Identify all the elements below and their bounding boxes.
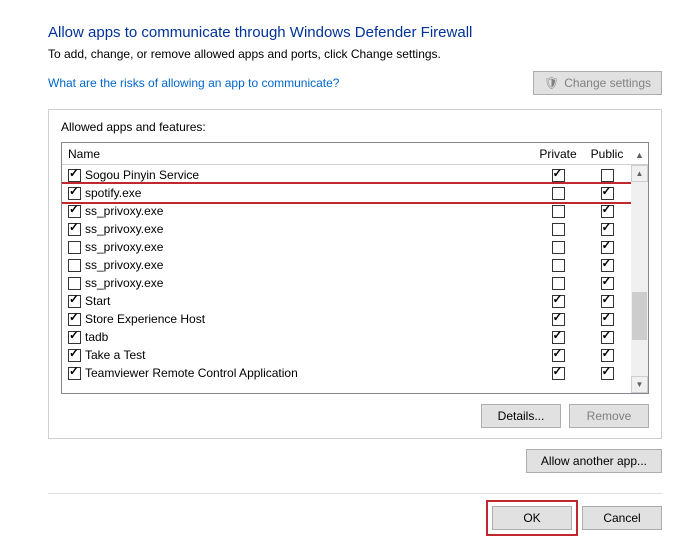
- app-checkbox[interactable]: [68, 331, 81, 344]
- public-checkbox[interactable]: [601, 331, 614, 344]
- scroll-up-icon[interactable]: ▲: [631, 165, 648, 182]
- details-button[interactable]: Details...: [481, 404, 561, 428]
- app-name: ss_privoxy.exe: [85, 276, 163, 290]
- public-checkbox[interactable]: [601, 205, 614, 218]
- table-row[interactable]: ss_privoxy.exe: [62, 220, 631, 238]
- public-checkbox[interactable]: [601, 169, 614, 182]
- private-checkbox[interactable]: [552, 277, 565, 290]
- risks-link[interactable]: What are the risks of allowing an app to…: [48, 76, 339, 90]
- page-subtitle: To add, change, or remove allowed apps a…: [48, 47, 662, 61]
- app-name: ss_privoxy.exe: [85, 240, 163, 254]
- remove-button[interactable]: Remove: [569, 404, 649, 428]
- public-checkbox[interactable]: [601, 223, 614, 236]
- table-row[interactable]: Store Experience Host: [62, 310, 631, 328]
- public-checkbox[interactable]: [601, 295, 614, 308]
- scroll-track[interactable]: [631, 182, 648, 376]
- column-public[interactable]: Public: [583, 147, 631, 161]
- table-row[interactable]: Sogou Pinyin Service: [62, 166, 631, 184]
- app-name: tadb: [85, 330, 108, 344]
- app-checkbox[interactable]: [68, 187, 81, 200]
- table-row[interactable]: ss_privoxy.exe: [62, 202, 631, 220]
- app-checkbox[interactable]: [68, 367, 81, 380]
- app-checkbox[interactable]: [68, 259, 81, 272]
- app-name: ss_privoxy.exe: [85, 258, 163, 272]
- private-checkbox[interactable]: [552, 241, 565, 254]
- private-checkbox[interactable]: [552, 205, 565, 218]
- app-name: ss_privoxy.exe: [85, 204, 163, 218]
- app-checkbox[interactable]: [68, 223, 81, 236]
- public-checkbox[interactable]: [601, 349, 614, 362]
- app-checkbox[interactable]: [68, 313, 81, 326]
- ok-button[interactable]: OK: [492, 506, 572, 530]
- app-checkbox[interactable]: [68, 277, 81, 290]
- table-row[interactable]: Start: [62, 292, 631, 310]
- private-checkbox[interactable]: [552, 169, 565, 182]
- public-checkbox[interactable]: [601, 241, 614, 254]
- app-checkbox[interactable]: [68, 295, 81, 308]
- list-header: Name Private Public ▲: [62, 143, 648, 165]
- app-name: Start: [85, 294, 110, 308]
- apps-list: Name Private Public ▲ Sogou Pinyin Servi…: [61, 142, 649, 394]
- column-private[interactable]: Private: [533, 147, 583, 161]
- page-title: Allow apps to communicate through Window…: [48, 24, 662, 41]
- app-checkbox[interactable]: [68, 205, 81, 218]
- cancel-button[interactable]: Cancel: [582, 506, 662, 530]
- sort-up-icon[interactable]: ▲: [635, 150, 644, 160]
- list-rows: Sogou Pinyin Service spotify.exe ss_privox…: [62, 165, 631, 393]
- private-checkbox[interactable]: [552, 259, 565, 272]
- table-row[interactable]: tadb: [62, 328, 631, 346]
- private-checkbox[interactable]: [552, 349, 565, 362]
- private-checkbox[interactable]: [552, 187, 565, 200]
- scroll-down-icon[interactable]: ▼: [631, 376, 648, 393]
- table-row[interactable]: ss_privoxy.exe: [62, 274, 631, 292]
- app-name: Sogou Pinyin Service: [85, 168, 199, 182]
- private-checkbox[interactable]: [552, 313, 565, 326]
- table-row[interactable]: spotify.exe: [62, 184, 631, 202]
- public-checkbox[interactable]: [601, 313, 614, 326]
- table-row[interactable]: Take a Test: [62, 346, 631, 364]
- private-checkbox[interactable]: [552, 223, 565, 236]
- table-row[interactable]: Teamviewer Remote Control Application: [62, 364, 631, 382]
- allowed-apps-group: Allowed apps and features: Name Private …: [48, 109, 662, 439]
- public-checkbox[interactable]: [601, 187, 614, 200]
- scrollbar[interactable]: ▲ ▼: [631, 165, 648, 393]
- table-row[interactable]: ss_privoxy.exe: [62, 256, 631, 274]
- private-checkbox[interactable]: [552, 367, 565, 380]
- app-name: Store Experience Host: [85, 312, 205, 326]
- private-checkbox[interactable]: [552, 331, 565, 344]
- table-row[interactable]: ss_privoxy.exe: [62, 238, 631, 256]
- app-name: ss_privoxy.exe: [85, 222, 163, 236]
- change-settings-button[interactable]: 🛡 Change settings: [533, 71, 662, 95]
- public-checkbox[interactable]: [601, 259, 614, 272]
- column-name[interactable]: Name: [62, 147, 533, 161]
- public-checkbox[interactable]: [601, 277, 614, 290]
- app-name: Teamviewer Remote Control Application: [85, 366, 298, 380]
- allow-another-app-button[interactable]: Allow another app...: [526, 449, 662, 473]
- scroll-thumb[interactable]: [632, 292, 647, 340]
- public-checkbox[interactable]: [601, 367, 614, 380]
- group-label: Allowed apps and features:: [61, 120, 649, 134]
- app-checkbox[interactable]: [68, 241, 81, 254]
- app-checkbox[interactable]: [68, 349, 81, 362]
- private-checkbox[interactable]: [552, 295, 565, 308]
- app-name: Take a Test: [85, 348, 145, 362]
- app-name: spotify.exe: [85, 186, 141, 200]
- app-checkbox[interactable]: [68, 169, 81, 182]
- change-settings-label: Change settings: [564, 76, 651, 90]
- shield-icon: 🛡: [544, 76, 559, 90]
